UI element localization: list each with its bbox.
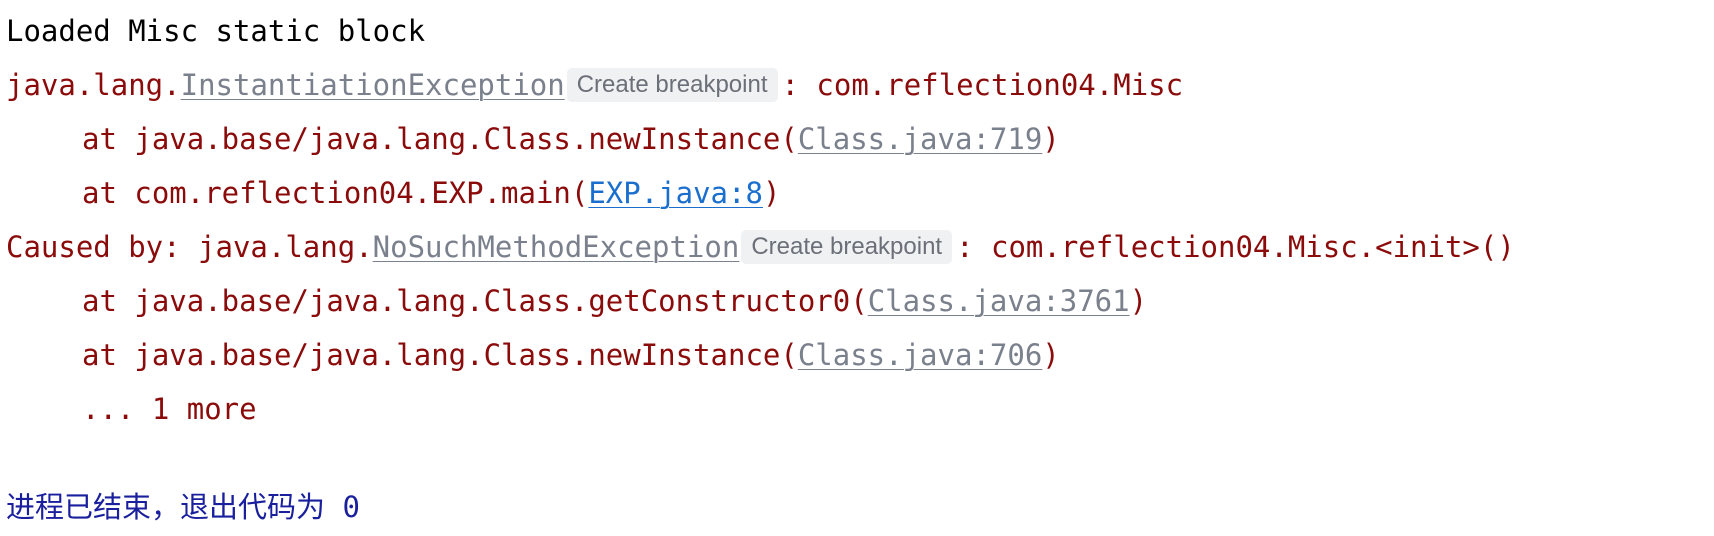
stack-more-frames[interactable]: ... 1 more <box>6 382 1714 436</box>
process-exit-message: 进程已结束，退出代码为 0 <box>6 480 1714 534</box>
source-link[interactable]: Class.java:706 <box>798 338 1042 372</box>
exception-message: : com.reflection04.Misc <box>781 68 1184 102</box>
console-text: Loaded Misc static block <box>6 14 426 48</box>
console-line-loaded: Loaded Misc static block <box>6 4 1714 58</box>
stack-frame-method: at java.base/java.lang.Class.newInstance… <box>82 338 798 372</box>
stack-frame-method: at java.base/java.lang.Class.newInstance… <box>82 122 798 156</box>
stack-frame-close: ) <box>1042 338 1060 372</box>
stack-frame: at java.base/java.lang.Class.newInstance… <box>6 112 1714 166</box>
console-line-caused-by: Caused by: java.lang.NoSuchMethodExcepti… <box>6 220 1714 274</box>
stack-frame-close: ) <box>1129 284 1148 318</box>
caused-by-prefix: Caused by: java.lang. <box>6 230 373 264</box>
create-breakpoint-button[interactable]: Create breakpoint <box>741 230 953 264</box>
stack-frame: at java.base/java.lang.Class.getConstruc… <box>6 274 1714 328</box>
more-frames-text: ... 1 more <box>82 392 257 426</box>
exception-class-link[interactable]: NoSuchMethodException <box>373 230 740 264</box>
console-line-exception: java.lang.InstantiationException Create b… <box>6 58 1714 112</box>
stack-frame-close: ) <box>1042 122 1060 156</box>
source-link[interactable]: EXP.java:8 <box>588 176 763 210</box>
stack-frame-method: at java.base/java.lang.Class.getConstruc… <box>82 284 868 318</box>
source-link[interactable]: Class.java:3761 <box>868 284 1130 318</box>
exception-class-link[interactable]: InstantiationException <box>181 68 565 102</box>
run-console-output: Loaded Misc static block java.lang.Insta… <box>0 0 1714 536</box>
exception-message: : com.reflection04.Misc.<init>() <box>956 230 1515 264</box>
stack-frame: at java.base/java.lang.Class.newInstance… <box>6 328 1714 382</box>
stack-frame: at com.reflection04.EXP.main(EXP.java:8) <box>6 166 1714 220</box>
exit-text: 进程已结束，退出代码为 0 <box>6 490 360 524</box>
exception-package: java.lang. <box>6 68 181 102</box>
stack-frame-close: ) <box>762 176 781 210</box>
create-breakpoint-button[interactable]: Create breakpoint <box>566 68 778 102</box>
stack-frame-method: at com.reflection04.EXP.main( <box>82 176 589 210</box>
source-link[interactable]: Class.java:719 <box>798 122 1042 156</box>
